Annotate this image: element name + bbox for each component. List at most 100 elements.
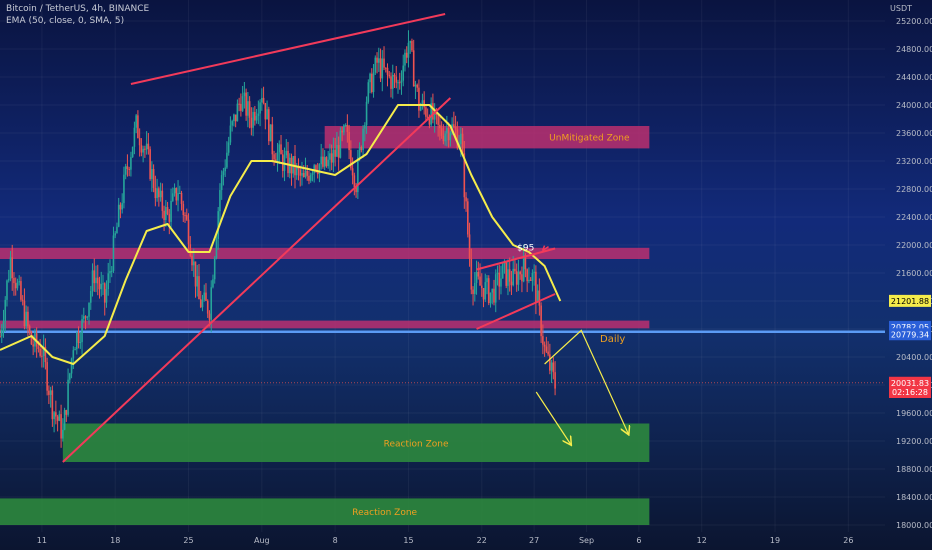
supply-zone (0, 320, 650, 329)
candle-body (145, 143, 148, 150)
price-annotation: $95 (517, 244, 534, 254)
candle-body (131, 146, 134, 158)
candle-body (147, 143, 150, 150)
candle-body (461, 133, 464, 154)
candle-body (391, 74, 394, 89)
candle-body (367, 82, 370, 102)
candle-body (526, 269, 528, 282)
y-tick-label: 24000.00 (896, 101, 932, 110)
candle-body (386, 67, 389, 75)
candle-body (344, 125, 347, 127)
candle-body (372, 72, 375, 92)
candle-body (21, 299, 24, 301)
candle-body (23, 300, 26, 327)
candle-body (96, 277, 99, 284)
candle-body (110, 270, 113, 272)
candle-body (93, 270, 96, 284)
price-label: 20779.34 (891, 330, 929, 339)
price-chart[interactable]: UnMitigated Zone Reaction Zone Reaction Zo… (0, 0, 932, 550)
candle-body (360, 146, 363, 151)
candle-body (496, 272, 499, 275)
indicator-legend[interactable]: EMA (50, close, 0, SMA, 5) (6, 16, 124, 26)
x-tick-label: Aug (254, 536, 270, 545)
y-tick-label: 22400.00 (896, 213, 932, 222)
candle-body (151, 169, 153, 180)
candle-body (552, 362, 555, 373)
candle-body (7, 278, 10, 281)
candle-body (133, 127, 136, 147)
y-tick-label: 18000.00 (896, 521, 932, 530)
candle-body (149, 149, 151, 180)
candle-body (439, 124, 441, 129)
candle-body (388, 74, 391, 77)
candle-body (348, 131, 350, 151)
candle-body (449, 132, 452, 141)
candle-body (547, 351, 549, 355)
candle-body (376, 57, 378, 63)
candle-body (302, 173, 305, 178)
zone-label: Reaction Zone (384, 439, 449, 449)
candle-body (475, 271, 478, 283)
candle-body (37, 346, 40, 349)
candle-body (203, 292, 206, 300)
candle-body (219, 190, 221, 212)
candle-body (205, 292, 207, 301)
candle-body (308, 175, 310, 181)
candle-body (482, 288, 485, 300)
candle-body (472, 289, 474, 294)
candle-body (250, 117, 253, 128)
candle-body (172, 193, 174, 201)
candle-body (220, 175, 223, 191)
candle-body (210, 287, 213, 320)
candle-body (51, 390, 54, 420)
candle-body (287, 150, 289, 174)
candle-body (178, 192, 181, 194)
candle-body (196, 276, 199, 287)
candle-body (112, 235, 115, 271)
candle-body (309, 174, 312, 181)
candle-body (192, 261, 195, 266)
candle-body (32, 344, 34, 347)
candle-body (529, 279, 532, 281)
candle-body (467, 201, 469, 235)
candle-body (252, 111, 254, 128)
symbol-title[interactable]: Bitcoin / TetherUS, 4h, BINANCE (6, 4, 149, 14)
candle-body (158, 188, 160, 198)
candle-body (130, 157, 132, 170)
candle-body (74, 349, 76, 351)
daily-level-label: Daily (600, 334, 625, 345)
candle-body (447, 127, 450, 141)
candle-body (425, 107, 427, 117)
candle-body (498, 272, 501, 287)
y-tick-label: 19600.00 (896, 409, 932, 418)
candle-body (65, 410, 68, 415)
candle-body (512, 268, 514, 286)
candle-body (20, 281, 22, 300)
candle-body (117, 204, 120, 227)
candle-body (189, 244, 192, 256)
candle-body (0, 336, 1, 337)
candle-body (2, 321, 5, 330)
candle-body (299, 169, 302, 176)
candle-body (400, 80, 403, 83)
candle-body (271, 124, 274, 155)
candle-body (62, 429, 64, 439)
candle-body (109, 270, 111, 274)
candle-body (332, 149, 335, 163)
x-tick-label: 15 (403, 536, 413, 545)
candle-body (126, 166, 129, 170)
candle-body (0, 329, 3, 337)
candle-body (48, 390, 50, 395)
candle-body (30, 331, 33, 345)
candle-body (175, 188, 178, 201)
candle-body (432, 103, 434, 120)
candle-body (528, 279, 530, 282)
candle-body (554, 372, 556, 389)
candle-body (234, 114, 237, 122)
candle-body (191, 255, 193, 266)
x-tick-label: 11 (37, 536, 47, 545)
candle-body (358, 146, 361, 158)
trendline (62, 97, 452, 463)
candle-body (444, 133, 446, 142)
candle-body (58, 414, 61, 421)
